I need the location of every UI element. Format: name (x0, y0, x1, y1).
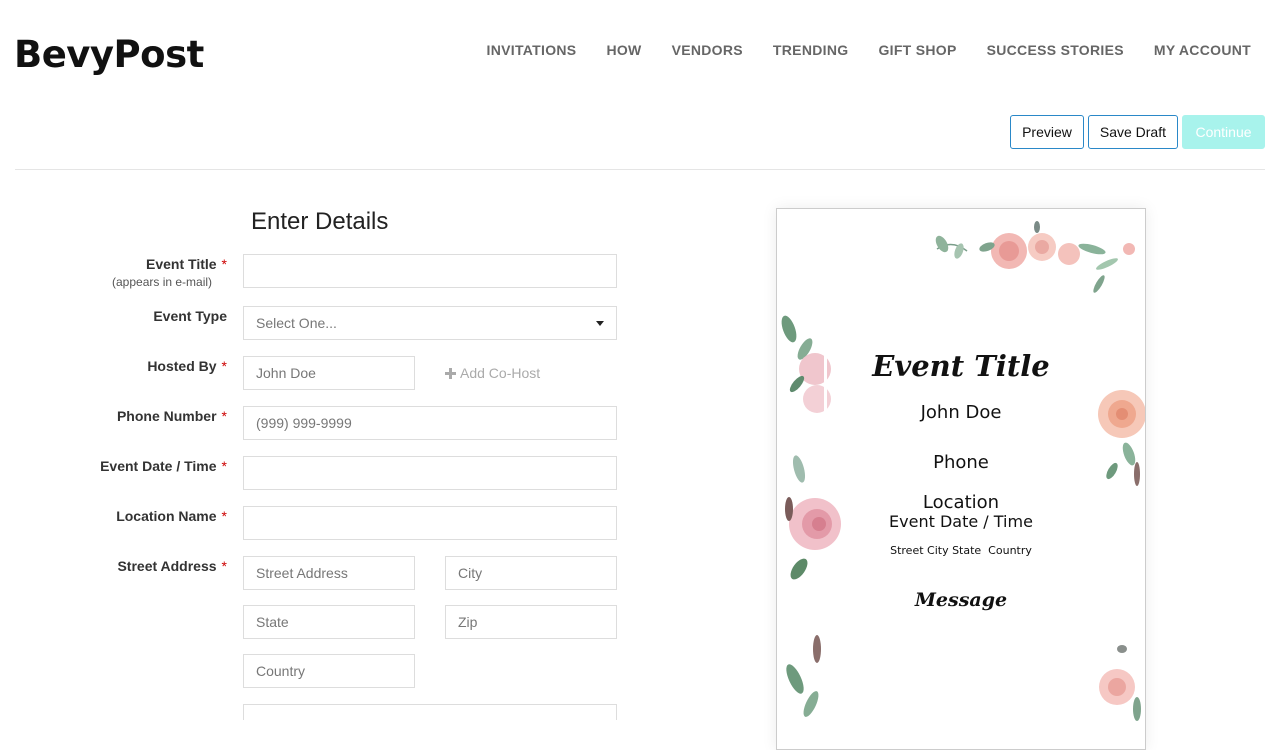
form-title: Enter Details (251, 208, 389, 235)
city-input[interactable]: City (445, 556, 617, 590)
logo[interactable]: BevyPost (14, 33, 204, 76)
required-mark: * (221, 256, 227, 272)
add-cohost-text: Add Co-Host (460, 365, 541, 381)
phone-label: Phone Number * (117, 408, 227, 424)
required-mark: * (221, 358, 227, 374)
required-mark: * (221, 408, 227, 424)
street-address-label: Street Address * (117, 558, 227, 574)
event-type-label: Event Type (153, 308, 227, 324)
location-label: Location Name * (116, 508, 227, 524)
preview-phone: Phone (933, 452, 989, 473)
event-date-input[interactable] (243, 456, 617, 490)
plus-icon (445, 368, 456, 379)
preview-date: Event Date / Time (889, 512, 1033, 531)
event-type-selected: Select One... (256, 315, 337, 331)
nav-invitations[interactable]: INVITATIONS (487, 42, 577, 58)
header-divider (15, 169, 1265, 170)
next-input[interactable] (243, 704, 617, 720)
nav-vendors[interactable]: VENDORS (672, 42, 743, 58)
country-input[interactable]: Country (243, 654, 415, 688)
hosted-by-label-text: Hosted By (147, 358, 217, 374)
preview-location: Location (922, 492, 1000, 513)
event-date-label-text: Event Date / Time (100, 458, 217, 474)
location-input[interactable] (243, 506, 617, 540)
location-label-text: Location Name (116, 508, 217, 524)
floral-decoration (781, 221, 1145, 721)
action-bar: Preview Save Draft Continue (1010, 115, 1265, 149)
add-cohost-link[interactable]: Add Co-Host (445, 365, 540, 381)
event-title-label: Event Title * (146, 256, 227, 272)
event-title-input[interactable] (243, 254, 617, 288)
street-input[interactable]: Street Address (243, 556, 415, 590)
save-draft-button[interactable]: Save Draft (1087, 115, 1178, 149)
caret-down-icon (596, 321, 604, 326)
hosted-by-label: Hosted By * (147, 358, 227, 374)
required-mark: * (221, 458, 227, 474)
event-date-label: Event Date / Time * (100, 458, 227, 474)
nav-my-account[interactable]: MY ACCOUNT (1154, 42, 1251, 58)
preview-title: Event Title (872, 349, 1050, 383)
preview-message: Message (914, 589, 1008, 611)
event-type-label-text: Event Type (153, 308, 227, 324)
event-type-select[interactable]: Select One... (243, 306, 617, 340)
street-address-label-text: Street Address (117, 558, 217, 574)
preview-address: Street City State Country (890, 544, 1032, 557)
invitation-preview: Event Title John Doe Phone Location Even… (776, 208, 1146, 750)
required-mark: * (221, 508, 227, 524)
phone-input[interactable]: (999) 999-9999 (243, 406, 617, 440)
main-nav: INVITATIONS HOW VENDORS TRENDING GIFT SH… (487, 42, 1251, 58)
required-mark: * (221, 558, 227, 574)
zip-input[interactable]: Zip (445, 605, 617, 639)
event-title-sublabel: (appears in e-mail) (112, 275, 213, 289)
nav-success-stories[interactable]: SUCCESS STORIES (987, 42, 1124, 58)
state-input[interactable]: State (243, 605, 415, 639)
nav-gift-shop[interactable]: GIFT SHOP (878, 42, 956, 58)
event-title-label-text: Event Title (146, 256, 217, 272)
nav-trending[interactable]: TRENDING (773, 42, 849, 58)
preview-button[interactable]: Preview (1010, 115, 1084, 149)
nav-how[interactable]: HOW (606, 42, 641, 58)
continue-button[interactable]: Continue (1182, 115, 1265, 149)
preview-host: John Doe (920, 402, 1002, 423)
phone-label-text: Phone Number (116, 408, 217, 424)
hosted-by-input[interactable]: John Doe (243, 356, 415, 390)
